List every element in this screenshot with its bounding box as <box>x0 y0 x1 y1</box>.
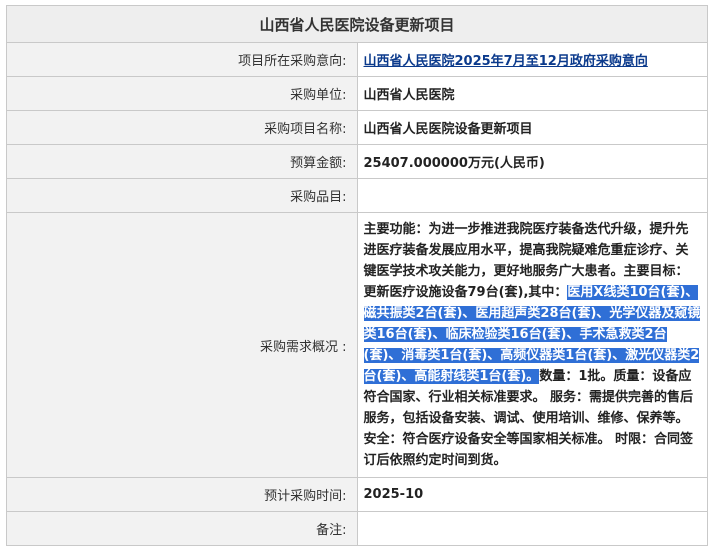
budget-value: 25407.000000万元(人民币) <box>356 144 708 179</box>
note-label: 备注: <box>6 511 358 546</box>
note-value <box>356 511 708 546</box>
table-row: 采购单位: 山西省人民医院 <box>6 76 708 111</box>
items-value <box>356 178 708 213</box>
project-label: 采购项目名称: <box>6 110 358 145</box>
table-row: 项目所在采购意向: 山西省人民医院2025年7月至12月政府采购意向 <box>6 42 708 77</box>
table-title: 山西省人民医院设备更新项目 <box>6 5 708 43</box>
budget-label: 预算金额: <box>6 144 358 179</box>
table-row: 备注: <box>6 511 708 546</box>
unit-label: 采购单位: <box>6 76 358 111</box>
project-value: 山西省人民医院设备更新项目 <box>356 110 708 145</box>
table-row: 预算金额: 25407.000000万元(人民币) <box>6 144 708 179</box>
procurement-intent-link[interactable]: 山西省人民医院2025年7月至12月政府采购意向 <box>364 54 648 69</box>
unit-value: 山西省人民医院 <box>356 76 708 111</box>
procurement-detail: 山西省人民医院设备更新项目 项目所在采购意向: 山西省人民医院2025年7月至1… <box>6 5 708 546</box>
intent-value-cell: 山西省人民医院2025年7月至12月政府采购意向 <box>356 42 708 77</box>
procurement-table: 山西省人民医院设备更新项目 项目所在采购意向: 山西省人民医院2025年7月至1… <box>6 5 708 546</box>
items-label: 采购品目: <box>6 178 358 213</box>
summary-label: 采购需求概况 : <box>6 212 358 478</box>
summary-value: 主要功能：为进一步推进我院医疗装备迭代升级，提升先进医疗装备发展应用水平，提高我… <box>356 212 708 478</box>
table-row: 采购品目: <box>6 178 708 213</box>
intent-label: 项目所在采购意向: <box>6 42 358 77</box>
table-row: 采购需求概况 : 主要功能：为进一步推进我院医疗装备迭代升级，提升先进医疗装备发… <box>6 212 708 478</box>
table-row: 采购项目名称: 山西省人民医院设备更新项目 <box>6 110 708 145</box>
